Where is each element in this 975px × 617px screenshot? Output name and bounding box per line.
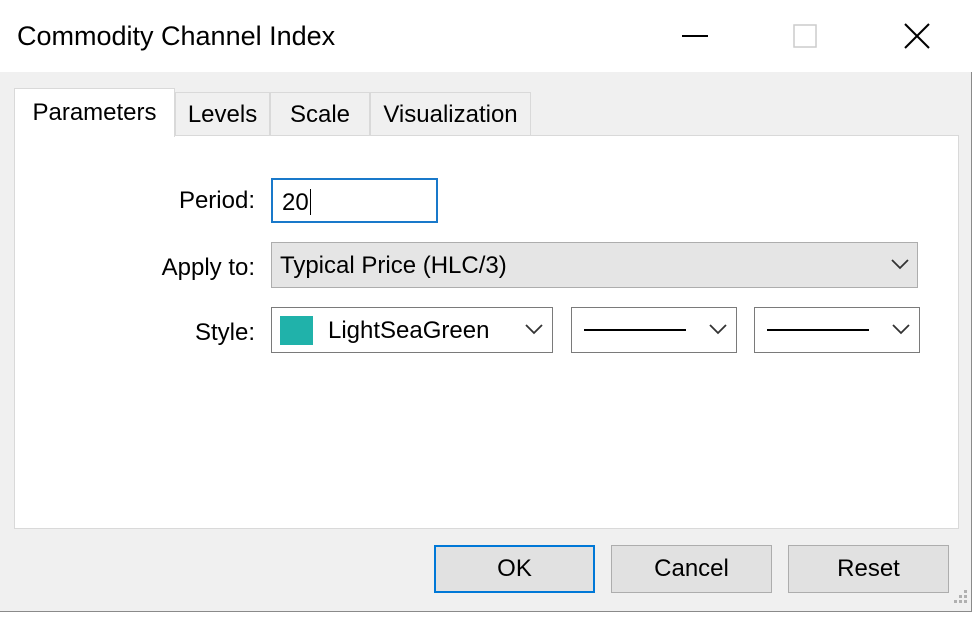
tab-label: Parameters <box>32 99 157 126</box>
line-style-select[interactable] <box>571 307 737 353</box>
line-width-select[interactable] <box>754 307 920 353</box>
indicator-dialog: Commodity Channel Index Parameters Level… <box>0 0 972 612</box>
close-icon <box>904 23 930 49</box>
tab-label: Levels <box>187 100 258 128</box>
ok-label: OK <box>497 555 532 582</box>
color-select[interactable]: LightSeaGreen <box>271 307 553 353</box>
ok-button[interactable]: OK <box>434 545 595 593</box>
tab-visualization[interactable]: Visualization <box>370 92 531 136</box>
text-caret <box>309 189 311 215</box>
minimize-icon <box>682 35 708 37</box>
apply-to-label: Apply to: <box>161 254 255 281</box>
cancel-label: Cancel <box>654 555 729 582</box>
line-width-sample <box>767 329 869 331</box>
color-name: LightSeaGreen <box>328 317 490 344</box>
tab-levels[interactable]: Levels <box>175 92 270 136</box>
line-style-sample <box>584 329 686 331</box>
maximize-icon <box>793 24 817 48</box>
period-value: 20 <box>282 189 309 216</box>
parameters-panel: Period: 20 Apply to: Typical Price (HLC/… <box>14 135 959 529</box>
tab-parameters[interactable]: Parameters <box>14 88 175 137</box>
cancel-button[interactable]: Cancel <box>611 545 772 593</box>
chevron-down-icon <box>709 324 727 335</box>
close-button[interactable] <box>862 0 972 72</box>
window-title: Commodity Channel Index <box>17 21 336 51</box>
chevron-down-icon <box>525 324 543 335</box>
chevron-down-icon <box>892 324 910 335</box>
apply-to-value: Typical Price (HLC/3) <box>280 252 507 279</box>
style-label: Style: <box>194 319 255 346</box>
tab-label: Scale <box>289 100 351 128</box>
period-label: Period: <box>178 187 255 214</box>
maximize-button <box>750 0 860 72</box>
apply-to-select[interactable]: Typical Price (HLC/3) <box>271 242 918 288</box>
title-bar[interactable]: Commodity Channel Index <box>0 0 972 72</box>
minimize-button[interactable] <box>640 0 750 72</box>
resize-grip-icon[interactable] <box>950 588 970 608</box>
reset-label: Reset <box>837 555 900 582</box>
color-swatch <box>280 316 313 345</box>
tab-scale[interactable]: Scale <box>270 92 370 136</box>
period-input[interactable]: 20 <box>271 178 438 223</box>
tab-label: Visualization <box>383 100 518 128</box>
chevron-down-icon <box>891 259 909 270</box>
reset-button[interactable]: Reset <box>788 545 949 593</box>
